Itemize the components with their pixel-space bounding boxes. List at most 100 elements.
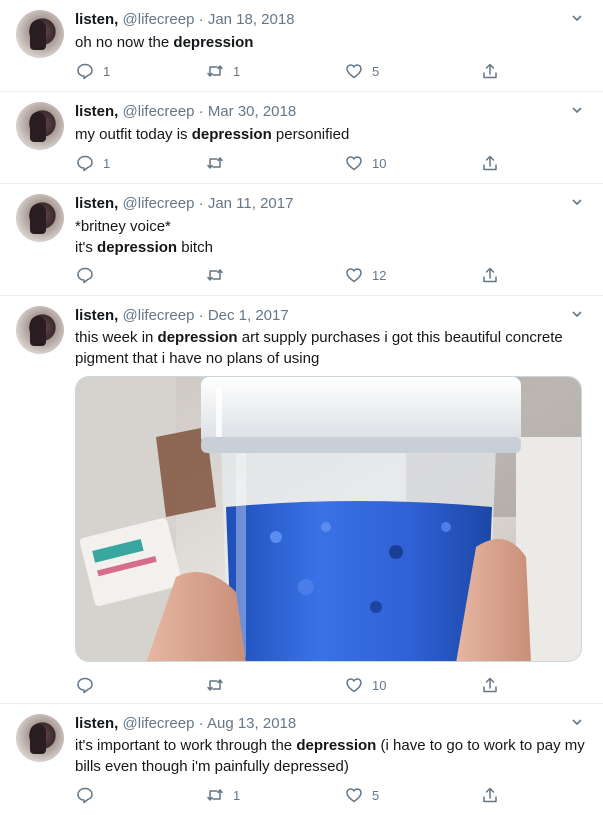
- chevron-down-icon[interactable]: [571, 12, 583, 24]
- separator: ·: [198, 103, 204, 120]
- tweet[interactable]: listen, @lifecreep · Jan 11, 2017 *britn…: [0, 184, 603, 296]
- like-count: 5: [372, 787, 380, 803]
- retweet-icon: [207, 269, 223, 281]
- tweet-text-line: it's depression bitch: [75, 239, 213, 256]
- display-name[interactable]: listen,: [75, 195, 118, 212]
- timestamp[interactable]: Aug 13, 2018: [207, 715, 296, 732]
- tweet-header: listen, @lifecreep · Jan 18, 2018: [75, 10, 295, 30]
- timestamp[interactable]: Dec 1, 2017: [208, 307, 289, 324]
- chevron-down-icon[interactable]: [571, 716, 583, 728]
- reply-button[interactable]: [76, 785, 103, 805]
- share-icon: [483, 677, 497, 693]
- handle[interactable]: @lifecreep: [123, 715, 195, 732]
- display-name[interactable]: listen,: [75, 11, 118, 28]
- timestamp[interactable]: Mar 30, 2018: [208, 103, 296, 120]
- retweet-icon: [207, 789, 223, 801]
- tweet-header: listen, @lifecreep · Dec 1, 2017: [75, 306, 289, 326]
- avatar[interactable]: [16, 306, 64, 354]
- like-count: 10: [372, 677, 387, 693]
- handle[interactable]: @lifecreep: [123, 307, 195, 324]
- like-count: 5: [372, 63, 380, 79]
- display-name[interactable]: listen,: [75, 103, 118, 120]
- separator: ·: [198, 307, 204, 324]
- tweet-actions: 1 10: [76, 153, 516, 173]
- like-icon: [346, 268, 362, 283]
- retweet-button[interactable]: [206, 265, 233, 285]
- reply-button[interactable]: [76, 265, 103, 285]
- handle[interactable]: @lifecreep: [123, 11, 195, 28]
- share-button[interactable]: [481, 265, 499, 285]
- tweet-actions: 1 5: [76, 785, 516, 805]
- timestamp[interactable]: Jan 11, 2017: [208, 195, 294, 212]
- reply-icon: [77, 787, 93, 804]
- retweet-button[interactable]: 1: [206, 61, 240, 81]
- tweet[interactable]: listen, @lifecreep · Jan 18, 2018 oh no …: [0, 0, 603, 92]
- handle[interactable]: @lifecreep: [123, 195, 195, 212]
- like-count: 10: [372, 155, 387, 171]
- retweet-icon: [207, 679, 223, 691]
- tweet-actions: 10: [76, 675, 516, 695]
- avatar[interactable]: [16, 714, 64, 762]
- tweet-actions: 12: [76, 265, 516, 285]
- like-button[interactable]: 5: [345, 785, 379, 805]
- reply-icon: [77, 267, 93, 284]
- like-icon: [346, 788, 362, 803]
- tweet-text: *britney voice* it's depression bitch: [75, 216, 585, 258]
- separator: ·: [198, 195, 204, 212]
- separator: ·: [198, 715, 204, 732]
- avatar[interactable]: [16, 102, 64, 150]
- tweet-media-photo[interactable]: [75, 376, 582, 662]
- display-name[interactable]: listen,: [75, 307, 118, 324]
- like-button[interactable]: 10: [345, 675, 386, 695]
- display-name[interactable]: listen,: [75, 715, 118, 732]
- retweet-count: 1: [233, 787, 241, 803]
- reply-button[interactable]: 1: [76, 61, 110, 81]
- tweet-text: my outfit today is depression personifie…: [75, 126, 350, 143]
- retweet-icon: [207, 65, 223, 77]
- share-button[interactable]: [481, 61, 499, 81]
- retweet-icon: [207, 157, 223, 169]
- chevron-down-icon[interactable]: [571, 104, 583, 116]
- reply-icon: [77, 63, 93, 80]
- tweet-text: it's important to work through the depre…: [75, 737, 585, 775]
- tweet-feed: listen, @lifecreep · Jan 18, 2018 oh no …: [0, 0, 603, 815]
- reply-count: 1: [103, 155, 111, 171]
- like-icon: [346, 156, 362, 171]
- share-icon: [483, 787, 497, 803]
- timestamp[interactable]: Jan 18, 2018: [208, 11, 295, 28]
- tweet[interactable]: listen, @lifecreep · Mar 30, 2018 my out…: [0, 92, 603, 184]
- retweet-button[interactable]: [206, 153, 233, 173]
- retweet-button[interactable]: [206, 675, 233, 695]
- like-button[interactable]: 5: [345, 61, 379, 81]
- reply-count: 1: [103, 63, 111, 79]
- reply-button[interactable]: [76, 675, 103, 695]
- reply-icon: [77, 677, 93, 694]
- share-icon: [483, 155, 497, 171]
- tweet-text-line: *britney voice*: [75, 218, 171, 235]
- share-button[interactable]: [481, 675, 499, 695]
- avatar[interactable]: [16, 10, 64, 58]
- handle[interactable]: @lifecreep: [123, 103, 195, 120]
- tweet-header: listen, @lifecreep · Mar 30, 2018: [75, 102, 296, 122]
- chevron-down-icon[interactable]: [571, 196, 583, 208]
- separator: ·: [198, 11, 204, 28]
- retweet-button[interactable]: 1: [206, 785, 240, 805]
- tweet[interactable]: listen, @lifecreep · Aug 13, 2018 it's i…: [0, 704, 603, 815]
- avatar[interactable]: [16, 194, 64, 242]
- tweet[interactable]: listen, @lifecreep · Dec 1, 2017 this we…: [0, 296, 603, 704]
- share-icon: [483, 267, 497, 283]
- share-button[interactable]: [481, 153, 499, 173]
- reply-button[interactable]: 1: [76, 153, 110, 173]
- pigment-jar-photo: [76, 377, 581, 661]
- tweet-actions: 1 1 5: [76, 61, 516, 81]
- retweet-count: 1: [233, 63, 241, 79]
- tweet-text: oh no now the depression: [75, 34, 254, 51]
- tweet-text: this week in depression art supply purch…: [75, 329, 563, 367]
- share-button[interactable]: [481, 785, 499, 805]
- like-button[interactable]: 10: [345, 153, 386, 173]
- share-icon: [483, 63, 497, 79]
- chevron-down-icon[interactable]: [571, 308, 583, 320]
- tweet-header: listen, @lifecreep · Aug 13, 2018: [75, 714, 296, 734]
- like-button[interactable]: 12: [345, 265, 386, 285]
- reply-icon: [77, 155, 93, 172]
